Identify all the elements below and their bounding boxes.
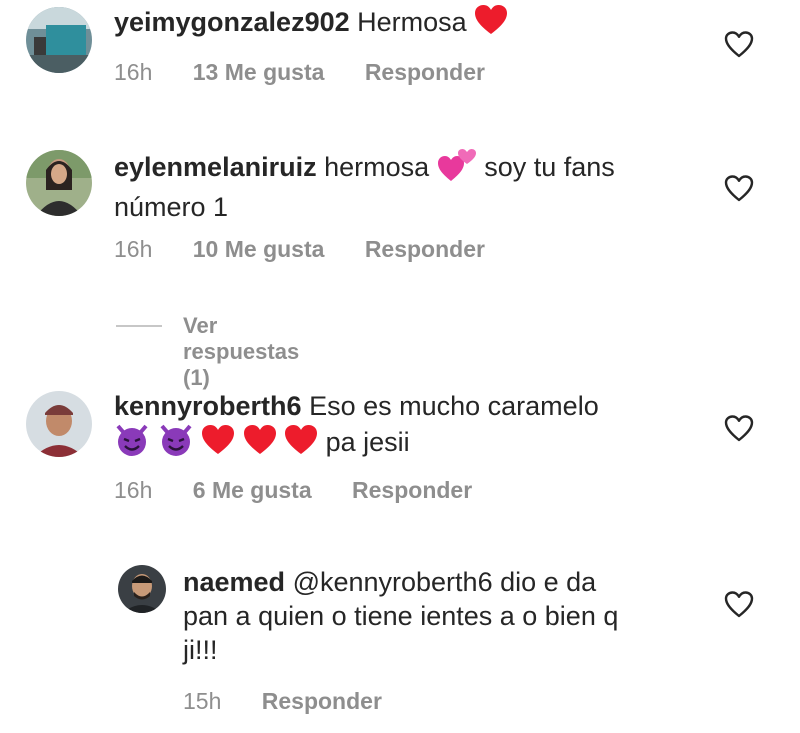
comment-body: Eso es mucho caramelo	[309, 391, 599, 421]
comment-text: yeimygonzalez902 Hermosa	[114, 4, 674, 44]
comment-body: dio e da	[500, 567, 597, 597]
comment-time: 16h	[114, 477, 153, 503]
like-heart-icon[interactable]	[724, 590, 754, 620]
comment-body: hermosa	[324, 152, 430, 183]
reply-button[interactable]: Responder	[262, 688, 382, 715]
reply-button[interactable]: Responder	[352, 477, 472, 504]
red-heart-icon	[284, 424, 318, 464]
likes-count[interactable]: 13 Me gusta	[193, 59, 325, 86]
comment-body-continued: soy tu fans	[484, 152, 615, 183]
smiling-imp-icon	[158, 423, 194, 465]
avatar[interactable]	[26, 7, 92, 73]
two-hearts-icon	[437, 148, 477, 190]
comment-meta: 16h 10 Me gusta Responder	[114, 236, 485, 263]
red-heart-icon	[474, 4, 508, 44]
comment-body-line3: ji!!!	[183, 635, 218, 665]
mention-link[interactable]: @kennyroberth6	[293, 567, 493, 597]
red-heart-icon	[243, 424, 277, 464]
comment-time: 16h	[114, 59, 153, 85]
like-heart-icon[interactable]	[724, 30, 754, 60]
comment-time: 16h	[114, 236, 153, 262]
comment-username[interactable]: kennyroberth6	[114, 391, 302, 421]
comment-username[interactable]: yeimygonzalez902	[114, 7, 350, 37]
smiling-imp-icon	[114, 423, 150, 465]
comment-body-line2: número 1	[114, 192, 229, 222]
likes-count[interactable]: 10 Me gusta	[193, 236, 325, 263]
comment-username[interactable]: naemed	[183, 567, 285, 597]
comment-text: naemed @kennyroberth6 dio e da pan a qui…	[183, 565, 703, 667]
comment-text: eylenmelaniruiz hermosa soy tu fans núme…	[114, 148, 704, 224]
avatar[interactable]	[26, 391, 92, 457]
red-heart-icon	[201, 424, 235, 464]
comment-meta: 16h 13 Me gusta Responder	[114, 59, 485, 86]
view-replies-button[interactable]: Ver respuestas (1)	[183, 313, 299, 391]
replies-divider	[116, 325, 162, 327]
avatar[interactable]	[26, 150, 92, 216]
avatar[interactable]	[118, 565, 166, 613]
comment-body-line2: pan a quien o tiene ientes a o bien q	[183, 601, 619, 631]
comment-text: kennyroberth6 Eso es mucho caramelo pa j…	[114, 389, 694, 465]
comment-time: 15h	[183, 688, 222, 714]
likes-count[interactable]: 6 Me gusta	[193, 477, 312, 504]
comment-body-line2: pa jesii	[325, 427, 410, 458]
comment-meta: 15h Responder	[183, 688, 382, 715]
reply-button[interactable]: Responder	[365, 59, 485, 86]
comment-body: Hermosa	[357, 7, 467, 38]
comment-username[interactable]: eylenmelaniruiz	[114, 152, 317, 182]
like-heart-icon[interactable]	[724, 414, 754, 444]
reply-button[interactable]: Responder	[365, 236, 485, 263]
comment-meta: 16h 6 Me gusta Responder	[114, 477, 472, 504]
like-heart-icon[interactable]	[724, 174, 754, 204]
